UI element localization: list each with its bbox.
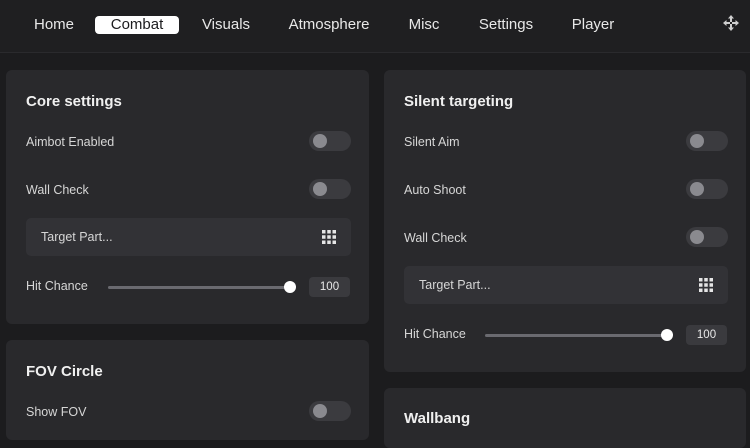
slider-knob[interactable] — [661, 329, 673, 341]
tab-combat[interactable]: Combat — [95, 16, 179, 34]
grid-icon — [699, 278, 713, 292]
hit-chance-slider[interactable] — [485, 329, 673, 341]
silent-aim-toggle[interactable] — [686, 131, 728, 151]
move-icon[interactable] — [722, 14, 740, 32]
auto-shoot-label: Auto Shoot — [404, 183, 466, 197]
toggle-knob — [690, 134, 704, 148]
fov-circle-panel: FOV Circle Show FOV — [6, 340, 369, 440]
slider-knob[interactable] — [284, 281, 296, 293]
top-nav-bar: Home Combat Visuals Atmosphere Misc Sett… — [0, 0, 750, 53]
wall-check-toggle[interactable] — [309, 179, 351, 199]
tab-home[interactable]: Home — [30, 16, 78, 34]
wall-check-label: Wall Check — [404, 231, 467, 245]
tab-misc[interactable]: Misc — [404, 16, 444, 34]
target-part-dropdown[interactable]: Target Part... — [26, 218, 351, 256]
tab-settings[interactable]: Settings — [474, 16, 538, 34]
aimbot-enabled-toggle[interactable] — [309, 131, 351, 151]
show-fov-label: Show FOV — [26, 405, 87, 419]
toggle-knob — [313, 182, 327, 196]
hit-chance-value[interactable]: 100 — [686, 325, 727, 345]
aimbot-enabled-label: Aimbot Enabled — [26, 135, 115, 149]
wall-check-label: Wall Check — [26, 183, 89, 197]
target-part-label: Target Part... — [419, 278, 491, 292]
toggle-knob — [690, 230, 704, 244]
hit-chance-value[interactable]: 100 — [309, 277, 350, 297]
wall-check-toggle[interactable] — [686, 227, 728, 247]
panel-title: Wallbang — [404, 410, 471, 427]
tab-player[interactable]: Player — [568, 16, 618, 34]
tab-visuals[interactable]: Visuals — [197, 16, 255, 34]
toggle-knob — [313, 404, 327, 418]
wallbang-panel: Wallbang — [384, 388, 746, 448]
toggle-knob — [690, 182, 704, 196]
panel-title: FOV Circle — [26, 363, 103, 380]
panel-title: Silent targeting — [404, 93, 514, 110]
auto-shoot-toggle[interactable] — [686, 179, 728, 199]
target-part-label: Target Part... — [41, 230, 113, 244]
hit-chance-label: Hit Chance — [26, 279, 88, 293]
hit-chance-label: Hit Chance — [404, 327, 466, 341]
show-fov-toggle[interactable] — [309, 401, 351, 421]
silent-targeting-panel: Silent targeting Silent Aim Auto Shoot W… — [384, 70, 746, 372]
hit-chance-slider[interactable] — [108, 281, 296, 293]
toggle-knob — [313, 134, 327, 148]
grid-icon — [322, 230, 336, 244]
panel-title: Core settings — [26, 93, 122, 110]
tab-atmosphere[interactable]: Atmosphere — [285, 16, 373, 34]
target-part-dropdown[interactable]: Target Part... — [404, 266, 728, 304]
silent-aim-label: Silent Aim — [404, 135, 460, 149]
core-settings-panel: Core settings Aimbot Enabled Wall Check … — [6, 70, 369, 324]
